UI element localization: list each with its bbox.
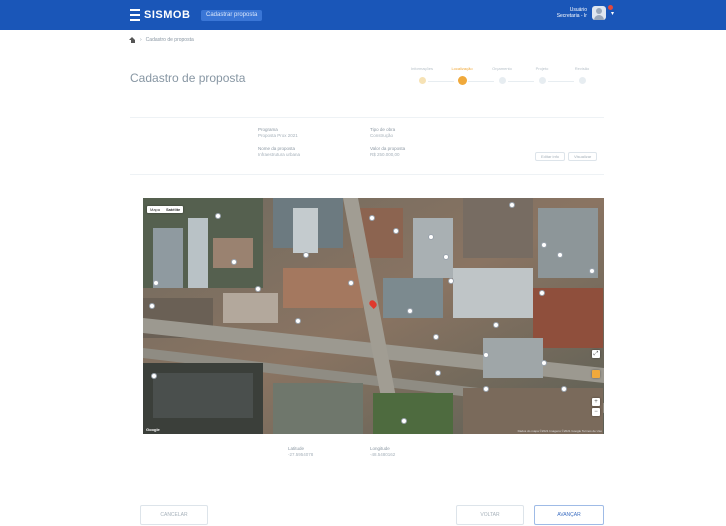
- home-icon[interactable]: [129, 37, 136, 43]
- longitude-value: -48.5480162: [370, 452, 396, 457]
- brand-name: SISMOB: [144, 9, 191, 21]
- map-marker[interactable]: [407, 308, 413, 314]
- map-marker[interactable]: [151, 373, 157, 379]
- map-marker[interactable]: [493, 322, 499, 328]
- map-marker[interactable]: [483, 386, 489, 392]
- map-marker[interactable]: [153, 280, 159, 286]
- user-info: Usuário Secretaria - Ir: [557, 7, 587, 19]
- top-navbar: SISMOB Cadastrar proposta Usuário Secret…: [0, 0, 726, 30]
- notification-badge: [608, 5, 613, 10]
- latitude-field: Latitude -27.5954078: [288, 446, 313, 458]
- pegman-icon[interactable]: [592, 370, 600, 378]
- map-marker[interactable]: [295, 318, 301, 324]
- map-marker[interactable]: [215, 213, 221, 219]
- cancel-button[interactable]: CANCELAR: [140, 505, 208, 525]
- map-marker[interactable]: [435, 370, 441, 376]
- map-marker[interactable]: [369, 215, 375, 221]
- step-dot: [457, 76, 467, 85]
- breadcrumb: › Cadastro de proposta: [129, 37, 194, 43]
- tipo-obra-field: Tipo de obra Construção: [370, 127, 395, 139]
- nome-proposta-field: Nome da proposta Infraestrutura urbana: [258, 146, 300, 158]
- nome-proposta-value: Infraestrutura urbana: [258, 152, 301, 157]
- proposal-summary-card: Programa Proposta Prox 2021 Tipo de obra…: [130, 117, 604, 175]
- step-dot: [418, 77, 426, 84]
- step-informacoes[interactable]: Informações: [404, 66, 440, 84]
- logo-icon: [130, 9, 140, 21]
- map-view-option[interactable]: Mapa: [147, 206, 163, 213]
- satellite-view-option[interactable]: Satélite: [163, 206, 183, 213]
- step-projeto[interactable]: Projeto: [524, 66, 560, 84]
- avatar[interactable]: [591, 6, 606, 20]
- map-marker[interactable]: [541, 242, 547, 248]
- map-marker[interactable]: [231, 259, 237, 265]
- location-map[interactable]: Mapa Satélite ⤢ + − Google Dados do mapa…: [143, 198, 604, 434]
- map-marker[interactable]: [539, 290, 545, 296]
- map-marker[interactable]: [509, 202, 515, 208]
- longitude-field: Longitude -48.5480162: [370, 446, 395, 458]
- map-type-toggle[interactable]: Mapa Satélite: [147, 206, 184, 213]
- step-revisao[interactable]: Revisão: [564, 66, 600, 84]
- tipo-obra-value: Construção: [370, 133, 394, 138]
- map-marker[interactable]: [561, 386, 567, 392]
- latitude-value: -27.5954078: [288, 452, 314, 457]
- google-logo: Google: [146, 427, 160, 432]
- map-marker[interactable]: [557, 252, 563, 258]
- valor-proposta-value: R$ 250.000,00: [370, 152, 400, 157]
- chevron-down-icon[interactable]: ▾: [611, 10, 614, 17]
- next-button[interactable]: AVANÇAR: [534, 505, 604, 525]
- map-marker[interactable]: [443, 254, 449, 260]
- plus-icon[interactable]: +: [592, 398, 600, 406]
- step-label: Localização: [451, 66, 473, 71]
- page-title: Cadastro de proposta: [130, 71, 246, 85]
- map-marker[interactable]: [303, 252, 309, 258]
- step-orcamento[interactable]: Orçamento: [484, 66, 520, 84]
- programa-field: Programa Proposta Prox 2021: [258, 127, 298, 139]
- step-label: Projeto: [535, 66, 549, 71]
- step-localizacao[interactable]: Localização: [444, 66, 480, 85]
- map-marker[interactable]: [433, 334, 439, 340]
- map-marker[interactable]: [393, 228, 399, 234]
- breadcrumb-current: Cadastro de proposta: [145, 37, 194, 43]
- new-proposal-button[interactable]: Cadastrar proposta: [201, 10, 263, 21]
- step-dot: [498, 77, 506, 84]
- step-dot: [538, 77, 546, 84]
- fullscreen-icon[interactable]: ⤢: [592, 350, 600, 358]
- user-menu[interactable]: Usuário Secretaria - Ir ▾: [557, 6, 614, 20]
- progress-stepper: Informações Localização Orçamento Projet…: [404, 66, 604, 90]
- map-marker[interactable]: [589, 268, 595, 274]
- step-label: Revisão: [574, 66, 590, 71]
- edit-info-button[interactable]: Editar info: [535, 152, 566, 161]
- minus-icon[interactable]: −: [592, 408, 600, 416]
- map-marker[interactable]: [348, 280, 354, 286]
- step-dot: [578, 77, 586, 84]
- map-marker[interactable]: [541, 360, 547, 366]
- satellite-imagery: [143, 198, 604, 434]
- step-label: Orçamento: [492, 66, 512, 71]
- breadcrumb-separator: ›: [140, 37, 142, 43]
- brand-logo[interactable]: SISMOB: [130, 8, 190, 22]
- valor-proposta-field: Valor da proposta R$ 250.000,00: [370, 146, 405, 158]
- view-button[interactable]: Visualizar: [568, 152, 598, 161]
- map-marker[interactable]: [428, 234, 434, 240]
- map-marker[interactable]: [448, 278, 454, 284]
- map-marker[interactable]: [149, 303, 155, 309]
- map-marker[interactable]: [401, 418, 407, 424]
- map-marker[interactable]: [255, 286, 261, 292]
- map-marker[interactable]: [483, 352, 489, 358]
- map-attribution[interactable]: Dados do mapa ©2021 Imagens ©2021 Google…: [518, 429, 602, 433]
- step-label: Informações: [410, 66, 433, 71]
- back-button[interactable]: VOLTAR: [456, 505, 524, 525]
- user-role: Secretaria - Ir: [556, 13, 587, 19]
- programa-value: Proposta Prox 2021: [258, 133, 298, 138]
